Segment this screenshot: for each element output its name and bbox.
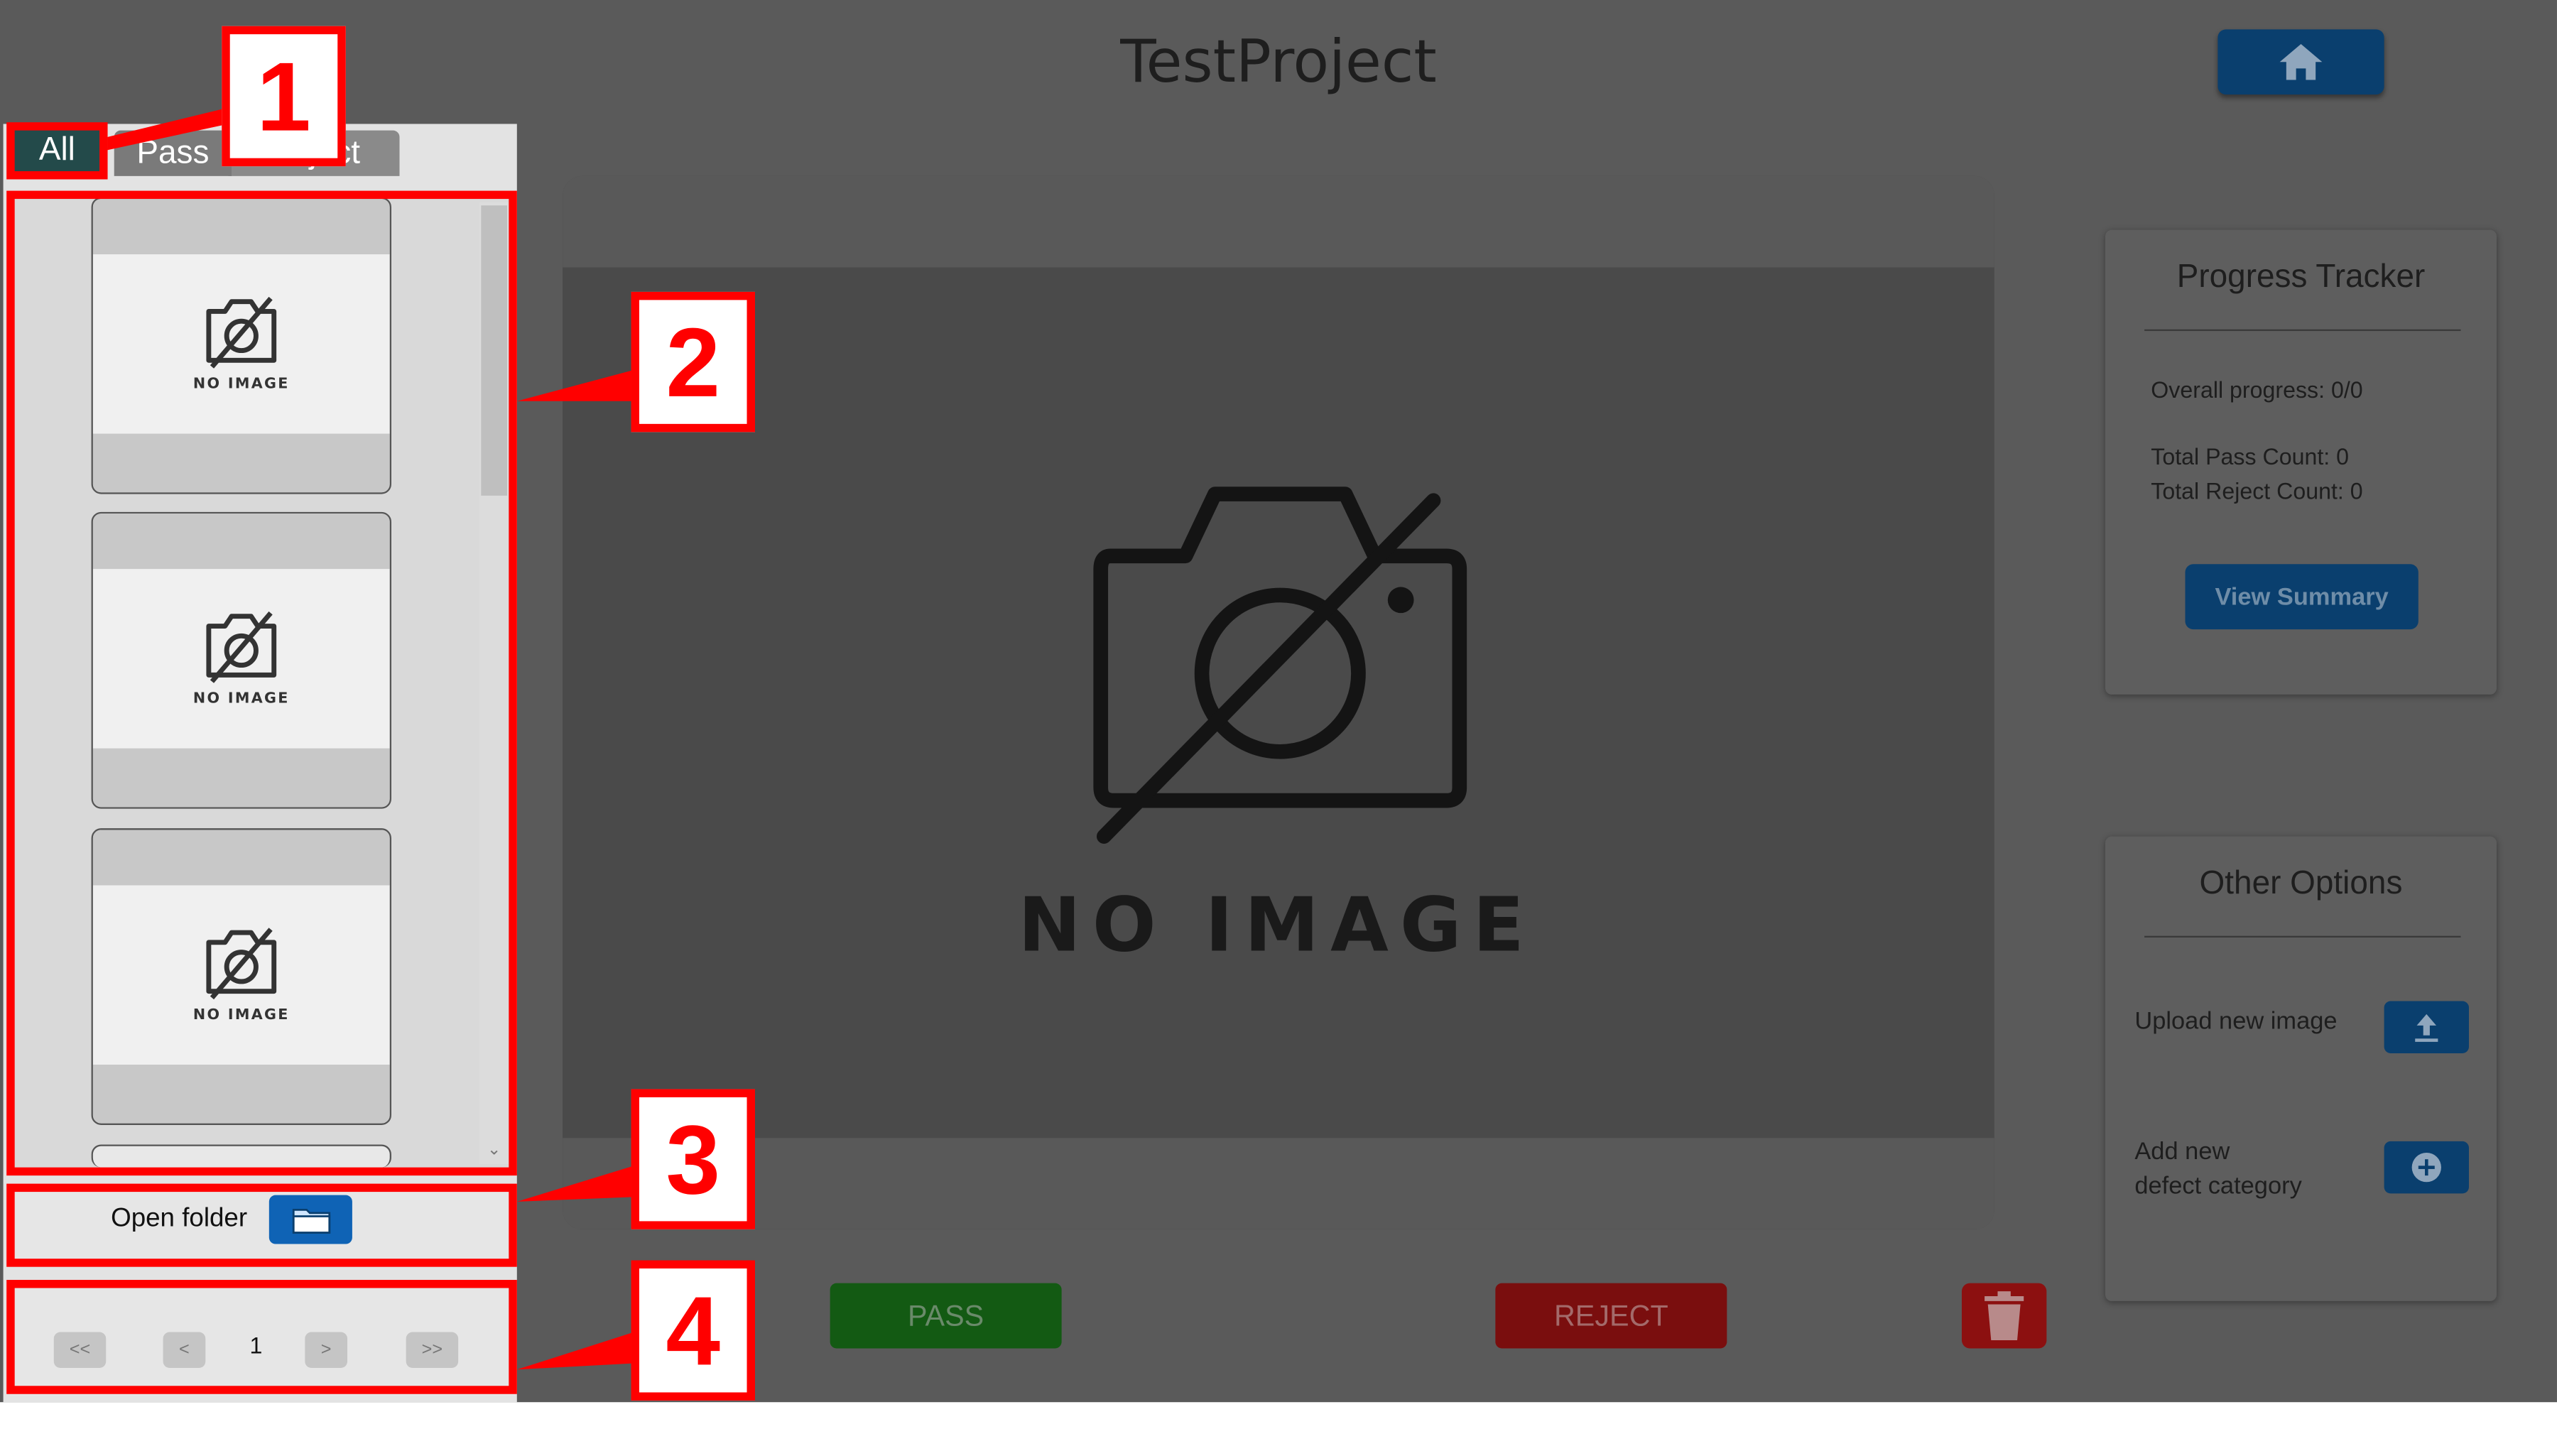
no-image-camera-icon xyxy=(1093,487,1467,844)
add-defect-category-button[interactable] xyxy=(2384,1141,2469,1194)
overall-progress-text: Overall progress: 0/0 xyxy=(2151,376,2363,403)
add-circle-icon xyxy=(2411,1152,2441,1183)
add-category-label-line1: Add new xyxy=(2134,1138,2230,1166)
upload-image-button[interactable] xyxy=(2384,1001,2469,1053)
add-category-label-line2: defect category xyxy=(2134,1172,2302,1200)
callout-badge-2: 2 xyxy=(631,291,756,433)
trash-icon xyxy=(1985,1291,2024,1340)
highlight-box-tabs xyxy=(6,122,108,180)
highlight-box-thumbnail-list xyxy=(6,190,517,1176)
upload-image-label: Upload new image xyxy=(2134,1007,2338,1036)
screenshot-stage: TestProject Reject Pass All NO IMAGE xyxy=(0,0,2557,1456)
progress-tracker-title: Progress Tracker xyxy=(2176,259,2426,295)
callout-badge-3: 3 xyxy=(631,1089,756,1229)
reject-button[interactable]: REJECT xyxy=(1495,1283,1727,1349)
other-options-title: Other Options xyxy=(2199,865,2403,902)
reject-count-text: Total Reject Count: 0 xyxy=(2151,477,2363,504)
page-title: TestProject xyxy=(1120,29,1437,97)
tab-pass[interactable]: Pass xyxy=(114,130,232,176)
pass-count-text: Total Pass Count: 0 xyxy=(2151,443,2350,470)
callout-badge-4: 4 xyxy=(631,1260,756,1401)
options-divider xyxy=(2144,935,2461,938)
other-options-card: Other Options Upload new image Add new d… xyxy=(2105,836,2497,1301)
delete-button[interactable] xyxy=(1961,1283,2047,1349)
viewer-caption: NO IMAGE xyxy=(1018,880,1536,969)
pass-button[interactable]: PASS xyxy=(830,1283,1062,1349)
highlight-box-open-folder xyxy=(6,1183,517,1267)
progress-divider xyxy=(2144,329,2461,332)
home-icon xyxy=(2279,43,2323,80)
viewer-bottom-bar xyxy=(563,1138,1994,1229)
viewer-top-bar xyxy=(563,175,1994,268)
highlight-box-pagination xyxy=(6,1280,517,1394)
callout-badge-1: 1 xyxy=(222,26,346,167)
upload-icon xyxy=(2415,1014,2438,1042)
view-summary-button[interactable]: View Summary xyxy=(2185,564,2418,630)
home-button[interactable] xyxy=(2217,29,2384,95)
